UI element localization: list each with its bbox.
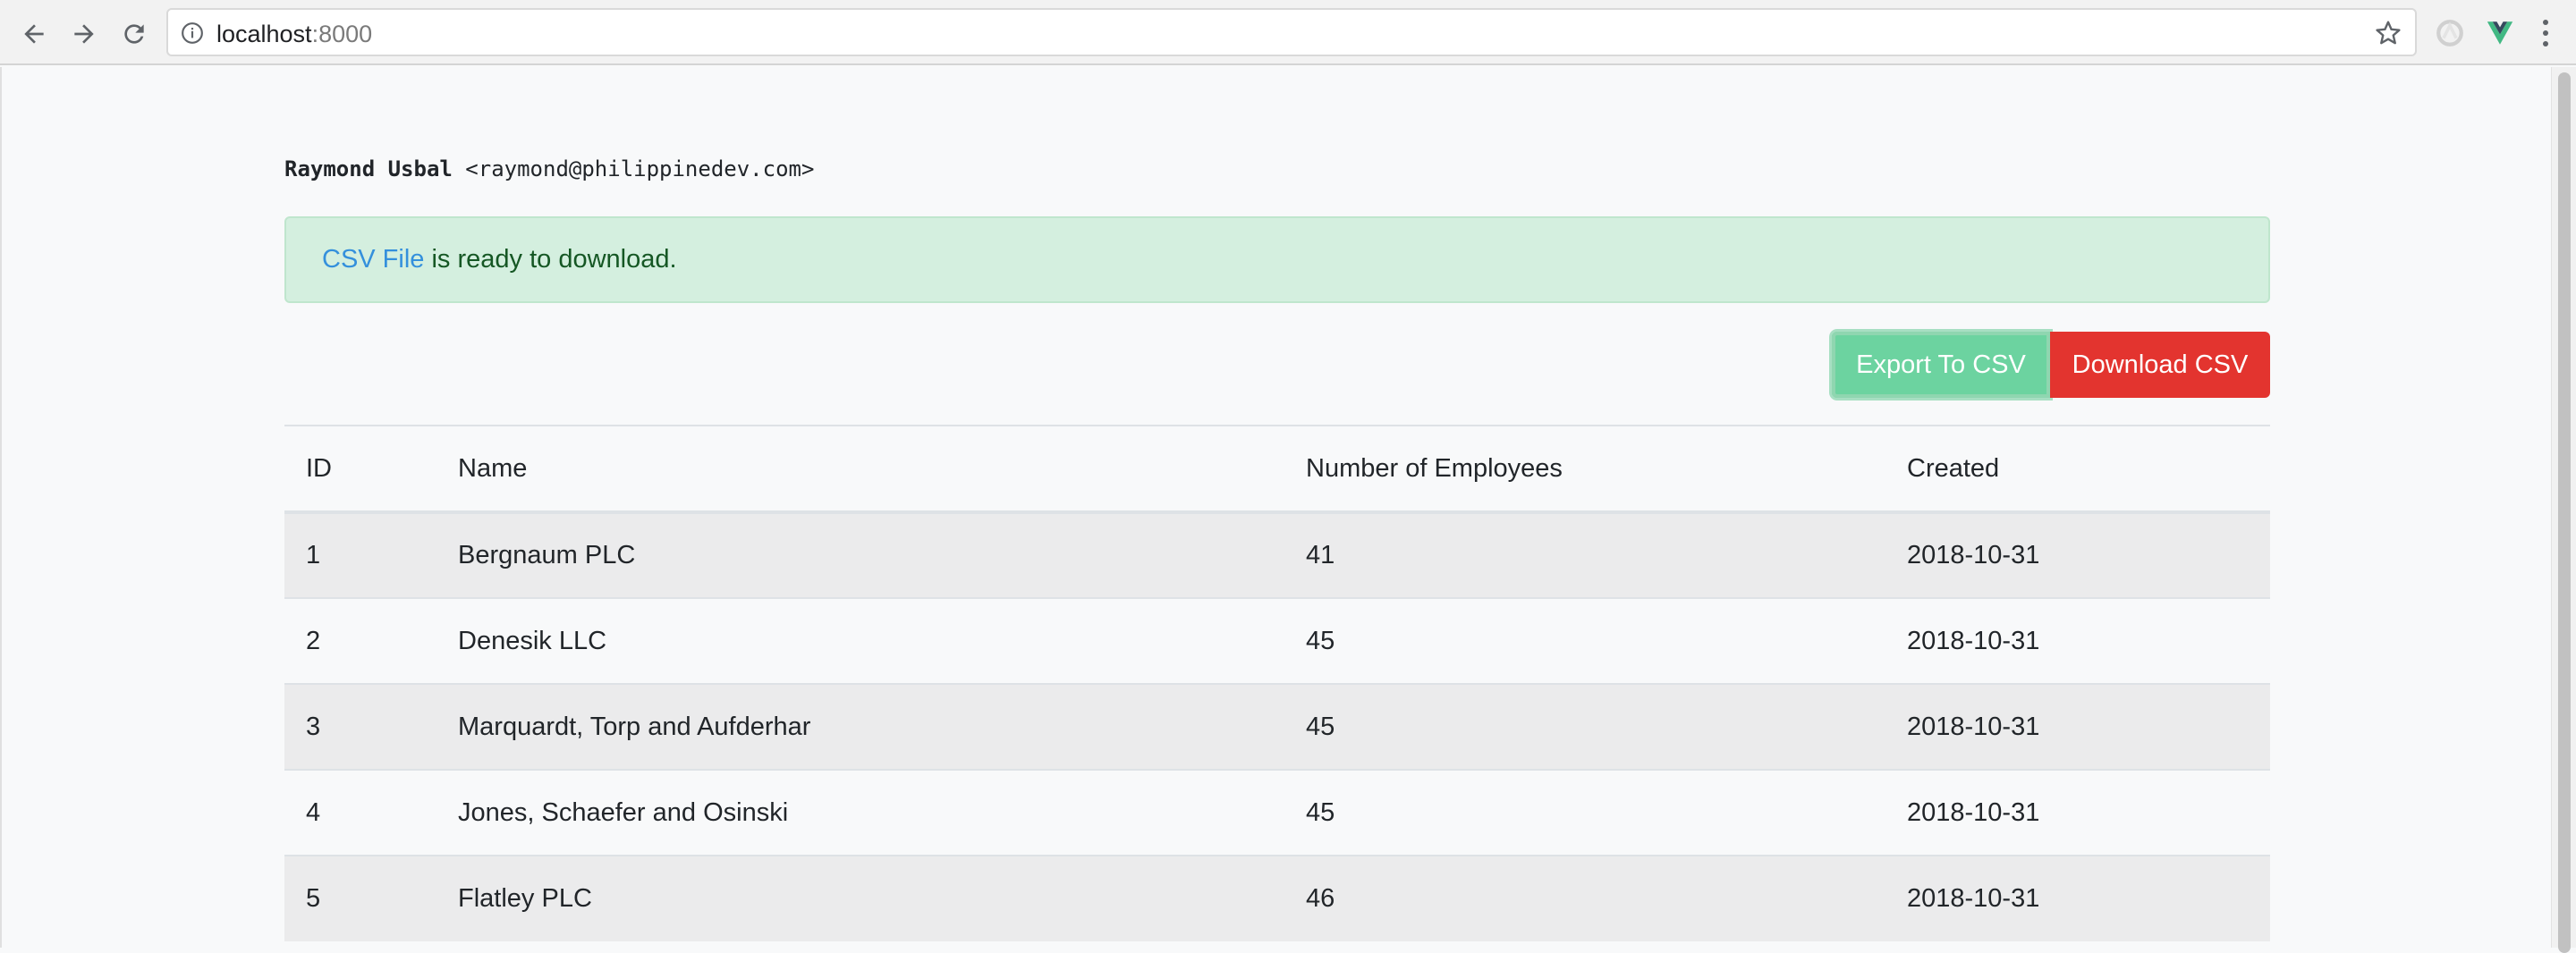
cell-id: 4 — [306, 797, 321, 827]
cell-id: 2 — [306, 626, 321, 655]
table-row: 3 Marquardt, Torp and Aufderhar 45 2018-… — [284, 684, 2270, 770]
vue-devtools-icon[interactable] — [2485, 18, 2515, 48]
arrow-right-icon — [74, 24, 94, 44]
header-employees: Number of Employees — [1306, 453, 1563, 483]
reload-button[interactable] — [116, 16, 152, 52]
csv-file-link[interactable]: CSV File — [322, 245, 424, 274]
cell-created: 2018-10-31 — [1907, 626, 2040, 655]
cell-id: 1 — [306, 541, 321, 569]
user-identity: Raymond Usbal <raymond@philippinedev.com… — [284, 154, 814, 184]
page-viewport: Raymond Usbal <raymond@philippinedev.com… — [0, 67, 2551, 948]
cell-created: 2018-10-31 — [1907, 884, 2040, 913]
user-name: Raymond Usbal — [284, 156, 453, 181]
address-bar[interactable]: localhost:8000 — [166, 8, 2417, 56]
url-text[interactable]: localhost:8000 — [216, 21, 372, 47]
download-csv-button[interactable]: Download CSV — [2050, 332, 2270, 398]
success-alert: CSV File is ready to download. — [284, 216, 2270, 303]
browser-toolbar: localhost:8000 — [0, 0, 2576, 65]
table-row: 1 Bergnaum PLC 41 2018-10-31 — [284, 512, 2270, 598]
companies-table: ID Name Number of Employees Created 1 Be… — [284, 425, 2270, 941]
cell-name: Marquardt, Torp and Aufderhar — [458, 712, 811, 741]
arrow-left-icon — [24, 24, 44, 44]
cell-created: 2018-10-31 — [1907, 712, 2040, 741]
info-icon[interactable] — [181, 21, 204, 45]
table-row: 5 Flatley PLC 46 2018-10-31 — [284, 856, 2270, 941]
back-button[interactable] — [16, 16, 52, 52]
table-row: 4 Jones, Schaefer and Osinski 45 2018-10… — [284, 770, 2270, 856]
cell-employees: 45 — [1306, 797, 1335, 827]
header-id: ID — [306, 453, 332, 483]
url-port: :8000 — [311, 21, 373, 47]
cell-created: 2018-10-31 — [1907, 541, 2040, 569]
scrollbar-thumb[interactable] — [2558, 72, 2571, 953]
cell-name: Bergnaum PLC — [458, 541, 636, 569]
vertical-scrollbar[interactable] — [2551, 67, 2576, 953]
cell-id: 5 — [306, 884, 321, 913]
header-name: Name — [458, 453, 528, 483]
extension-icon[interactable] — [2435, 18, 2465, 48]
user-email: <raymond@philippinedev.com> — [465, 156, 815, 181]
header-created: Created — [1907, 453, 2000, 483]
export-to-csv-button[interactable]: Export To CSV — [1832, 332, 2050, 398]
cell-name: Denesik LLC — [458, 626, 607, 655]
cell-employees: 45 — [1306, 712, 1335, 741]
reload-icon — [124, 24, 144, 44]
cell-id: 3 — [306, 712, 321, 741]
cell-employees: 41 — [1306, 541, 1335, 569]
star-icon[interactable] — [2374, 19, 2402, 47]
cell-name: Flatley PLC — [458, 884, 592, 913]
table-header-row: ID Name Number of Employees Created — [284, 426, 2270, 512]
table-row: 2 Denesik LLC 45 2018-10-31 — [284, 598, 2270, 684]
cell-name: Jones, Schaefer and Osinski — [458, 797, 789, 827]
alert-message: is ready to download. — [424, 245, 677, 274]
cell-created: 2018-10-31 — [1907, 797, 2040, 827]
cell-employees: 46 — [1306, 884, 1335, 913]
cell-employees: 45 — [1306, 626, 1335, 655]
forward-button[interactable] — [66, 16, 102, 52]
more-vertical-icon[interactable] — [2538, 16, 2553, 50]
url-host: localhost — [216, 21, 312, 47]
